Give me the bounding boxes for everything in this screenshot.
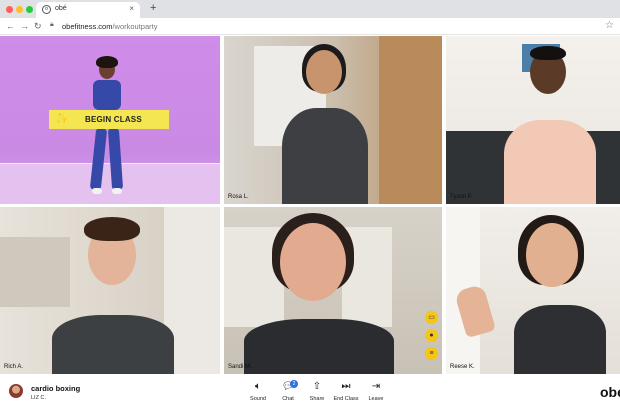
chat-button[interactable]: 💬︎ 2 Chat [273,380,303,410]
browser-toolbar: ← → ↻ 🔒︎ obefitness.com/workoutparty ☆ [0,18,620,35]
obe-logo: obé [600,384,620,400]
instructor-name: LIZ C. [31,395,46,401]
tab-close-icon[interactable]: × [129,4,134,13]
class-control-bar: cardio boxing LIZ C. 🔈︎ Sound 💬︎ 2 Chat … [0,374,620,413]
participant-name: Rich A. [4,364,24,370]
chat-icon: 💬︎ [281,381,295,392]
speaker-icon: 🔈︎ [255,381,261,392]
camera-toggle-icon[interactable]: ▭ [425,311,438,324]
address-bar[interactable]: 🔒︎ obefitness.com/workoutparty [50,21,590,32]
settings-sliders-icon[interactable]: ≡ [425,347,438,360]
participant-name: Rosa L. [228,194,249,200]
url-text: obefitness.com/workoutparty [62,22,158,31]
share-icon: ⇧ [312,381,322,392]
sound-button[interactable]: 🔈︎ Sound [243,380,273,410]
reload-icon[interactable]: ↻ [34,20,42,32]
maximize-window-button[interactable] [26,6,33,13]
leave-button[interactable]: ⇥ Leave [361,380,391,410]
participant-tile-rich: Rich A. [0,207,220,374]
participant-tile-reese: Reese K. [446,207,620,374]
party-popper-icon: ✨ [55,113,69,125]
participant-name: Sandi M. [228,364,252,370]
begin-class-label: BEGIN CLASS [85,115,142,124]
forward-arrow-icon[interactable]: → [20,20,29,32]
photo-wall [0,237,70,307]
participant-name: Reese K. [450,364,475,370]
participant-name: Tyson P. [450,194,473,200]
browser-tab-bar: o obé × + [0,0,620,18]
obe-favicon-icon: o [42,5,51,14]
skip-end-icon: ⏭︎ [341,381,351,392]
minimize-window-button[interactable] [16,6,23,13]
exit-icon: ⇥ [371,381,381,392]
lock-icon: 🔒︎ [50,21,54,28]
bookmark-star-icon[interactable]: ☆ [605,20,614,32]
video-grid: ✨ BEGIN CLASS Rosa L. Tyson P. Rich A. ▭… [0,36,620,374]
participant-tile-rosa: Rosa L. [224,36,442,204]
close-window-button[interactable] [6,6,13,13]
back-arrow-icon[interactable]: ← [6,20,15,32]
cabinet [379,36,442,204]
microphone-toggle-icon[interactable]: ● [425,329,438,342]
begin-class-button[interactable]: ✨ BEGIN CLASS [49,110,169,129]
participant-tile-sandi: ▭ ● ≡ Sandi M. [224,207,442,374]
chat-unread-badge: 2 [290,380,298,388]
class-title: cardio boxing [31,384,81,393]
browser-tab[interactable]: o obé × [36,2,140,18]
avatar [9,384,23,398]
tab-title: obé [55,5,67,12]
instructor-video-tile: ✨ BEGIN CLASS [0,36,220,204]
share-button[interactable]: ⇧ Share [302,380,332,410]
new-tab-button[interactable]: + [150,2,156,14]
end-class-button[interactable]: ⏭︎ End Class [331,380,361,410]
participant-tile-tyson: Tyson P. [446,36,620,204]
